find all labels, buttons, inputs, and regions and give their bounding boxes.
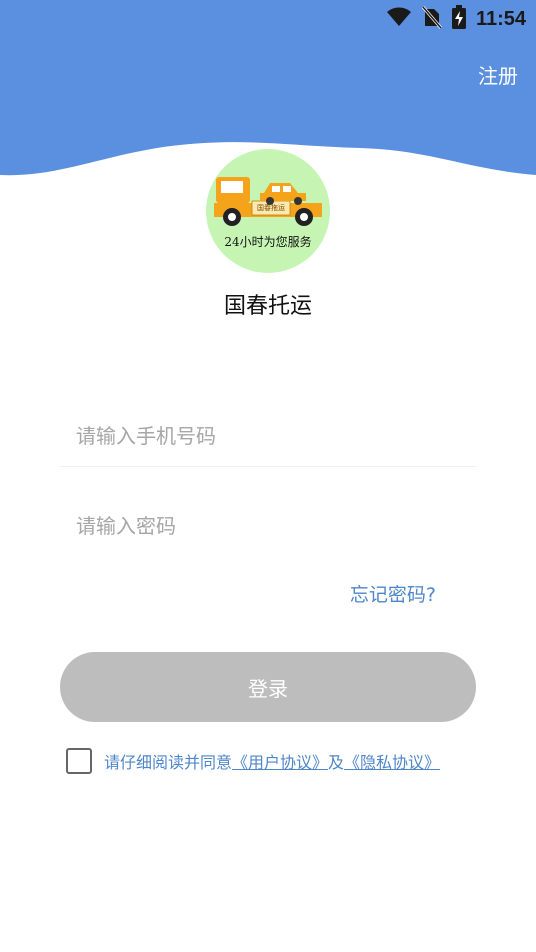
phone-input[interactable]	[60, 406, 476, 466]
password-field	[60, 496, 476, 556]
agreement-checkbox[interactable]	[66, 748, 92, 774]
user-agreement-link[interactable]: 《用户协议》	[232, 749, 328, 773]
status-bar: 11:54	[0, 0, 536, 38]
register-button[interactable]: 注册	[478, 60, 518, 89]
agreement-row: 请仔细阅读并同意 《用户协议》 及 《隐私协议》	[66, 746, 440, 776]
agreement-prefix: 请仔细阅读并同意	[104, 753, 233, 772]
status-time: 11:54	[475, 7, 526, 30]
app-logo: 国春拖运 24小时为您服务	[206, 149, 330, 273]
logo-sign-text: 国春拖运	[257, 204, 285, 212]
logo-slogan: 24小时为您服务	[224, 235, 312, 249]
battery-charging-icon	[451, 5, 466, 33]
wifi-icon	[386, 6, 412, 32]
phone-field	[60, 406, 476, 467]
password-input[interactable]	[60, 496, 476, 556]
agreement-joiner: 及	[328, 753, 345, 772]
forgot-password-link[interactable]: 忘记密码?	[350, 580, 436, 607]
login-button[interactable]: 登录	[60, 652, 476, 722]
app-name: 国春托运	[223, 294, 312, 319]
privacy-agreement-link[interactable]: 《隐私协议》	[344, 749, 440, 773]
no-sim-icon	[421, 5, 443, 33]
